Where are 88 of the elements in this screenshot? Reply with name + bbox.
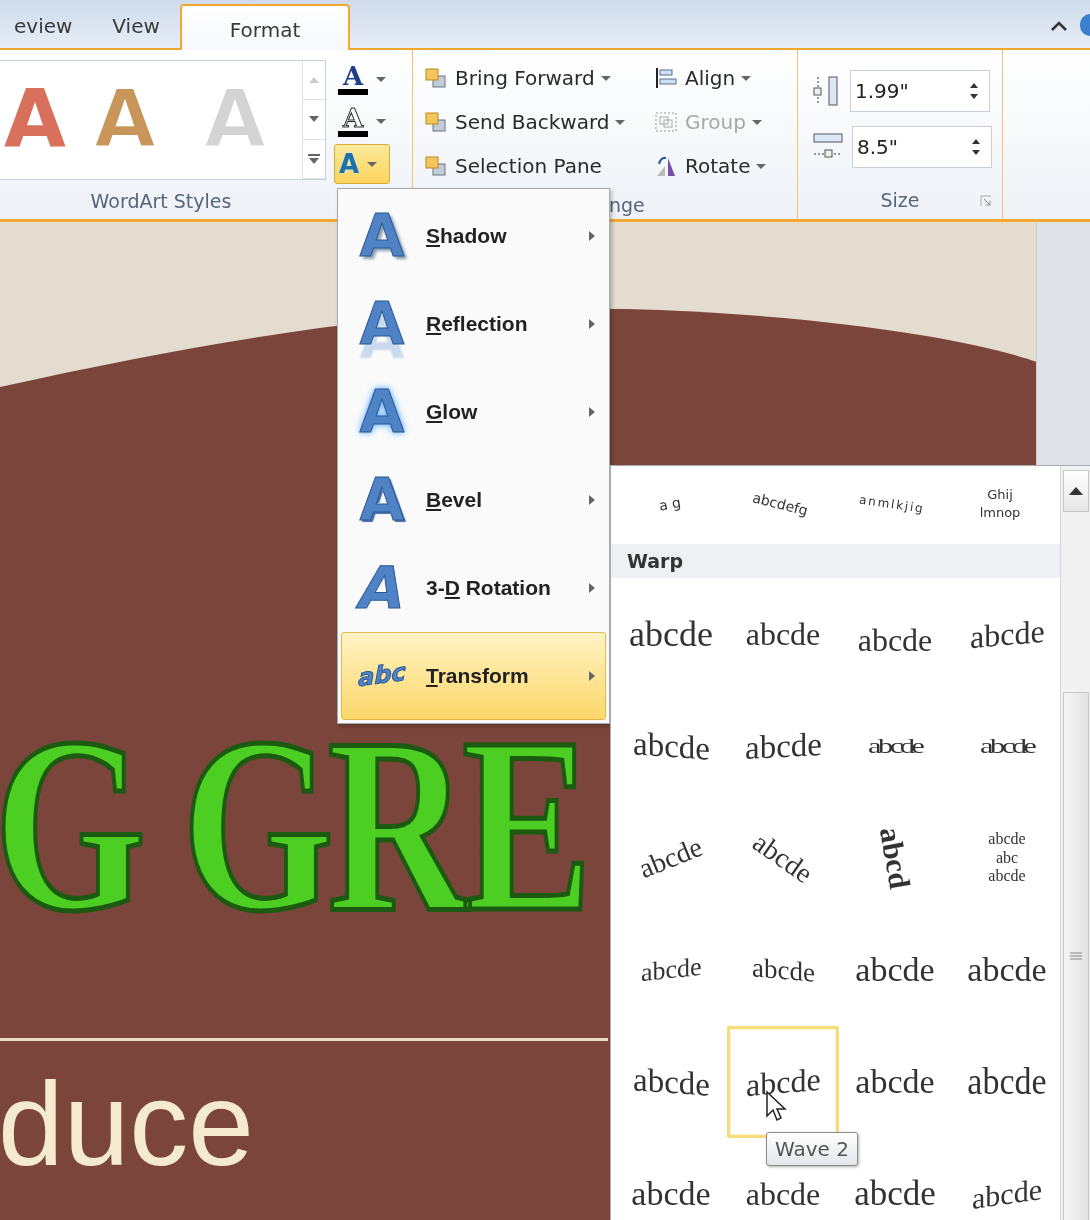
ribbon-tab[interactable]: View	[92, 4, 180, 48]
width-field[interactable]: 8.5"	[852, 126, 992, 168]
arrange-button[interactable]: Rotate	[653, 144, 793, 188]
warp-style-option[interactable]: abcde	[615, 1138, 727, 1220]
warp-style-option[interactable]: abcde	[951, 690, 1060, 802]
warp-style-option[interactable]: abcde	[951, 1026, 1060, 1138]
spinner-icon[interactable]	[971, 137, 981, 157]
stacked-squares-icon	[423, 66, 449, 90]
group-label: nge	[609, 193, 645, 218]
warp-style-option[interactable]: abcde	[615, 914, 727, 1026]
warp-style-option[interactable]: abcde	[727, 914, 839, 1026]
group-label: Size	[880, 188, 920, 213]
collapse-ribbon-icon[interactable]	[1050, 20, 1068, 32]
warp-style-option[interactable]: abcde	[727, 578, 839, 690]
stacked-squares-icon	[423, 154, 449, 178]
caret-icon	[376, 118, 386, 124]
tooltip: Wave 2	[766, 1132, 858, 1166]
help-icon[interactable]	[1080, 14, 1090, 36]
effect-icon: A	[352, 202, 412, 270]
path-text-option[interactable]: Ghij lmnop	[945, 466, 1055, 542]
effect-icon: A	[344, 554, 420, 622]
warp-style-option[interactable]: abcde	[615, 802, 727, 914]
ribbon-tab[interactable]: Format	[179, 4, 351, 50]
triangle-up-icon	[309, 77, 319, 84]
warp-style-option[interactable]: abcde	[615, 1026, 727, 1138]
stacked-squares-icon	[423, 110, 449, 134]
text-effects-button[interactable]: A	[334, 144, 390, 184]
warp-style-option[interactable]: abcd	[839, 802, 951, 914]
group-icon	[653, 110, 679, 134]
arrange-button[interactable]: Align	[653, 56, 793, 100]
letter-icon: A	[342, 63, 364, 89]
effect-icon: A	[352, 466, 412, 534]
warp-style-option[interactable]: abcde	[615, 690, 727, 802]
arrange-button[interactable]: Send Backward	[423, 100, 653, 144]
align-icon	[653, 66, 679, 90]
triangle-up-icon	[1068, 487, 1083, 495]
caret-icon	[615, 119, 626, 125]
warp-style-option[interactable]: abcde	[951, 914, 1060, 1026]
warp-style-option[interactable]: abcde	[951, 578, 1060, 690]
submenu-arrow-icon	[589, 231, 595, 241]
caret-icon	[741, 75, 752, 81]
menu-item[interactable]: abc Transform	[341, 632, 606, 720]
arrange-button[interactable]: Selection Pane	[423, 144, 653, 188]
dialog-launcher-icon[interactable]	[980, 195, 992, 207]
letter-icon: A	[342, 105, 364, 131]
expand-icon	[308, 153, 320, 164]
submenu-arrow-icon	[589, 319, 595, 329]
menu-item[interactable]: A Shadow	[341, 192, 606, 280]
path-text-option[interactable]: a n m l k j i g	[835, 466, 945, 542]
warp-style-option[interactable]: abcde	[839, 914, 951, 1026]
submenu-arrow-icon	[589, 671, 595, 681]
submenu-arrow-icon	[589, 495, 595, 505]
slide-subtitle: duce	[0, 1060, 254, 1190]
grip-icon	[1069, 951, 1082, 962]
effect-icon: A	[352, 290, 412, 358]
warp-style-option[interactable]: abcde	[615, 578, 727, 690]
menu-item[interactable]: A Glow	[341, 368, 606, 456]
menu-item[interactable]: A Reflection	[341, 280, 606, 368]
effect-icon: A	[352, 378, 412, 446]
caret-icon	[376, 76, 386, 82]
warp-style-option[interactable]: abcde	[839, 690, 951, 802]
triangle-down-icon	[309, 116, 319, 123]
warp-style-option[interactable]: abcde	[727, 1026, 839, 1138]
path-text-option[interactable]: a g	[615, 466, 725, 542]
caret-icon	[751, 119, 762, 125]
spinner-icon[interactable]	[969, 81, 979, 101]
submenu-arrow-icon	[589, 407, 595, 417]
scrollbar[interactable]	[1060, 466, 1090, 1220]
arrange-button[interactable]: Bring Forward	[423, 56, 653, 100]
scroll-up-button[interactable]	[1062, 470, 1089, 512]
warp-style-option[interactable]: abcde abc abcde	[951, 802, 1060, 914]
warp-style-option[interactable]: abcde	[727, 802, 839, 914]
section-header: Warp	[611, 544, 1060, 578]
text-fill-button[interactable]: A	[334, 60, 390, 98]
menu-item[interactable]: A 3-D Rotation	[341, 544, 606, 632]
menu-item[interactable]: A Bevel	[341, 456, 606, 544]
caret-icon	[756, 163, 767, 169]
warp-style-option[interactable]: abcde	[727, 690, 839, 802]
group-label: WordArt Styles	[89, 189, 233, 214]
effect-icon: abc	[352, 658, 412, 694]
ribbon-tab[interactable]: eview	[0, 4, 93, 48]
warp-style-option[interactable]: abcde	[839, 578, 951, 690]
submenu-arrow-icon	[589, 583, 595, 593]
scroll-thumb[interactable]	[1062, 692, 1089, 1220]
warp-style-option[interactable]: abcde	[951, 1138, 1060, 1220]
caret-icon	[367, 161, 378, 167]
height-field[interactable]: 1.99"	[850, 70, 990, 112]
caret-icon	[600, 75, 611, 81]
